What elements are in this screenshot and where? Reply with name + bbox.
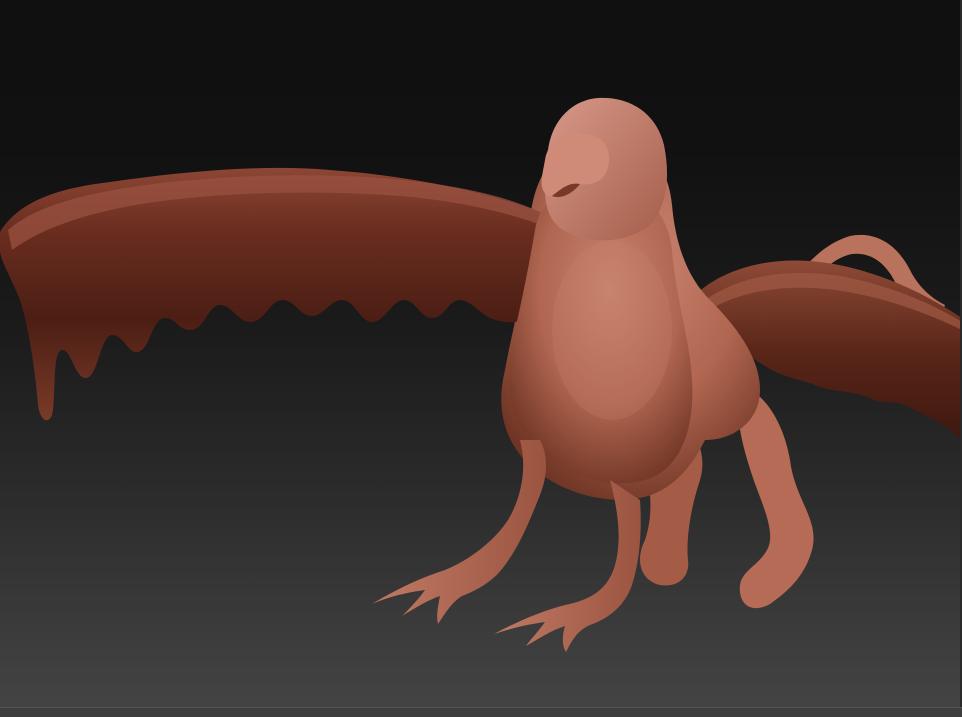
griffin-hind-leg: [738, 390, 814, 609]
chest-highlight: [552, 240, 672, 420]
griffin-front-leg-left: [372, 440, 546, 624]
griffin-model[interactable]: [0, 0, 962, 707]
sculpt-viewport[interactable]: [0, 0, 962, 716]
